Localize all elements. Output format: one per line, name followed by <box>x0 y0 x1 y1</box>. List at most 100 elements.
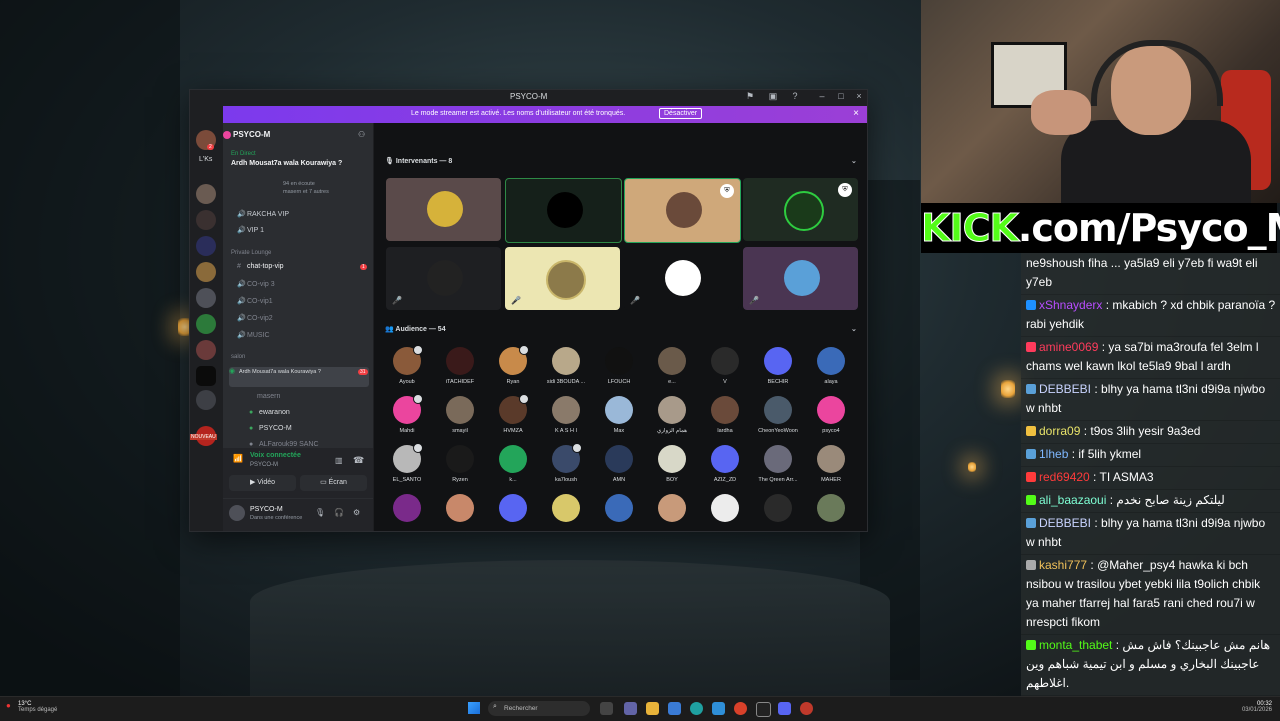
audience-member[interactable]: k... <box>488 445 538 493</box>
avatar[interactable] <box>229 505 245 521</box>
audience-member[interactable]: EL_SANTO <box>382 443 432 493</box>
teams-icon[interactable] <box>624 702 637 715</box>
app-icon[interactable] <box>712 702 725 715</box>
audience-member[interactable]: lardha <box>700 396 750 444</box>
kick-server-icon[interactable] <box>196 366 216 386</box>
chat-username[interactable]: amine0069 <box>1039 340 1098 354</box>
chat-username[interactable]: monta_thabet <box>1039 638 1112 652</box>
server-icon[interactable] <box>196 236 216 256</box>
audience-member[interactable]: V <box>700 347 750 395</box>
voice-member[interactable]: masern <box>257 393 280 400</box>
audience-member[interactable]: Ryan <box>488 345 538 395</box>
app-icon[interactable] <box>756 702 771 717</box>
server-icon[interactable] <box>196 314 216 334</box>
audience-member[interactable]: psyco4 <box>806 396 856 444</box>
edge-icon[interactable] <box>690 702 703 715</box>
channel-item[interactable]: 🔊CO-vip1 <box>237 297 273 305</box>
noise-suppression-icon[interactable]: ▥ <box>335 456 343 465</box>
weather-widget[interactable]: 13°C Temps dégagé <box>18 701 57 713</box>
server-icon[interactable] <box>196 340 216 360</box>
chrome-icon[interactable] <box>734 702 747 715</box>
speaker-tile[interactable]: 🎤 <box>505 247 620 310</box>
gear-icon[interactable]: ⚙ <box>353 508 360 517</box>
video-button[interactable]: ▶ Vidéo <box>229 475 296 491</box>
audience-member[interactable] <box>488 494 538 530</box>
audience-member[interactable]: Ayoub <box>382 345 432 395</box>
add-member-icon[interactable]: ⚇ <box>358 130 365 139</box>
disable-streamer-mode-button[interactable]: Désactiver <box>659 108 703 119</box>
audience-member[interactable]: e... <box>647 347 697 395</box>
chevron-down-icon[interactable]: ⌄ <box>851 157 857 165</box>
headphones-icon[interactable]: 🎧 <box>334 508 344 517</box>
speaker-tile[interactable] <box>386 178 501 241</box>
server-name[interactable]: PSYCO-M <box>233 130 270 139</box>
audience-member[interactable]: MAHER <box>806 445 856 493</box>
audience-member[interactable]: BOY <box>647 445 697 493</box>
speaker-tile[interactable]: ⛨ <box>624 178 741 243</box>
audience-member[interactable]: Mahdi <box>382 394 432 444</box>
audience-member[interactable]: sidi 3BOUDA ... <box>541 347 591 395</box>
audience-member[interactable]: LFOUCH <box>594 347 644 395</box>
speaker-tile[interactable]: 🎤 <box>624 247 739 310</box>
task-view-icon[interactable] <box>600 702 613 715</box>
live-event-title[interactable]: Ardh Mousat7a wala Kourawiya ? <box>231 160 342 167</box>
audience-member[interactable]: alaya <box>806 347 856 395</box>
app-icon[interactable] <box>800 702 813 715</box>
voice-member[interactable]: ● PSYCO-M <box>249 425 292 432</box>
channel-item[interactable]: 🔊CO-vip 3 <box>237 280 275 288</box>
audience-member[interactable] <box>806 494 856 530</box>
search-input[interactable]: Rechercher <box>488 701 590 716</box>
channel-item[interactable]: # chat-top-vip <box>237 263 284 270</box>
audience-member[interactable]: ka7loush <box>541 443 591 493</box>
server-icon[interactable] <box>196 288 216 308</box>
audience-member[interactable]: AMN <box>594 445 644 493</box>
help-icon[interactable]: ? <box>790 91 800 101</box>
disconnect-icon[interactable]: ☎ <box>353 455 364 466</box>
voice-member[interactable]: ● ewaranon <box>249 409 290 416</box>
audience-member[interactable]: K A S H I <box>541 396 591 444</box>
close-icon[interactable]: × <box>854 91 864 101</box>
discord-icon[interactable] <box>778 702 791 715</box>
channel-item[interactable]: 🔊VIP 1 <box>237 226 264 234</box>
audience-member[interactable] <box>594 494 644 530</box>
audience-member[interactable] <box>700 494 750 530</box>
username[interactable]: PSYCO-M <box>250 506 283 513</box>
audience-member[interactable] <box>753 494 803 530</box>
audience-member[interactable]: smayil <box>435 396 485 444</box>
server-icon[interactable] <box>196 262 216 282</box>
audience-member[interactable]: HVMZA <box>488 394 538 444</box>
minimize-icon[interactable]: – <box>817 91 827 101</box>
chat-username[interactable]: dorra09 <box>1039 424 1080 438</box>
chat-username[interactable]: DEBBEBI <box>1039 382 1091 396</box>
audience-header[interactable]: 👥 Audience — 54 ⌄ <box>385 325 857 333</box>
voice-channel-name[interactable]: PSYCO-M <box>250 462 278 468</box>
screen-share-button[interactable]: ▭ Écran <box>300 475 367 491</box>
chat-username[interactable]: xShnayderx <box>1039 298 1102 312</box>
start-icon[interactable] <box>468 702 480 714</box>
audience-member[interactable]: CheonYeoWoon <box>753 396 803 444</box>
chat-username[interactable]: kashi777 <box>1039 558 1087 572</box>
audience-member[interactable]: Ryzen <box>435 445 485 493</box>
inbox-icon[interactable]: ▣ <box>768 91 778 101</box>
audience-member[interactable]: Max <box>594 396 644 444</box>
server-icon[interactable] <box>196 390 216 410</box>
channel-item[interactable]: 🔊MUSIC <box>237 331 270 339</box>
system-clock[interactable]: 00:32 03/01/2026 <box>1242 701 1272 713</box>
chat-username[interactable]: red69420 <box>1039 470 1090 484</box>
channel-item[interactable]: 🔊RAKCHA VIP <box>237 210 289 218</box>
channel-item[interactable]: 🔊CO-vip2 <box>237 314 273 322</box>
audience-member[interactable] <box>541 494 591 530</box>
audience-member[interactable] <box>647 494 697 530</box>
speaker-tile[interactable]: 🎤 <box>743 247 858 310</box>
voice-member[interactable]: ● ALFarouk99 SANC <box>249 441 319 448</box>
channel-category[interactable]: Private Lounge <box>231 250 271 256</box>
audience-member[interactable]: BECHIR <box>753 347 803 395</box>
server-icon[interactable] <box>196 210 216 230</box>
speaker-tile[interactable]: 🎤 <box>386 247 501 310</box>
chat-username[interactable]: 1lheb <box>1039 447 1068 461</box>
audience-member[interactable] <box>382 494 432 530</box>
flag-icon[interactable]: ⚑ <box>745 91 755 101</box>
channel-category[interactable]: salon <box>231 354 245 360</box>
active-stage-channel[interactable]: ◉ Ardh Mousat7a wala Kourawiya ? <box>229 367 369 387</box>
audience-member[interactable]: The Qreen Arr... <box>753 445 803 493</box>
